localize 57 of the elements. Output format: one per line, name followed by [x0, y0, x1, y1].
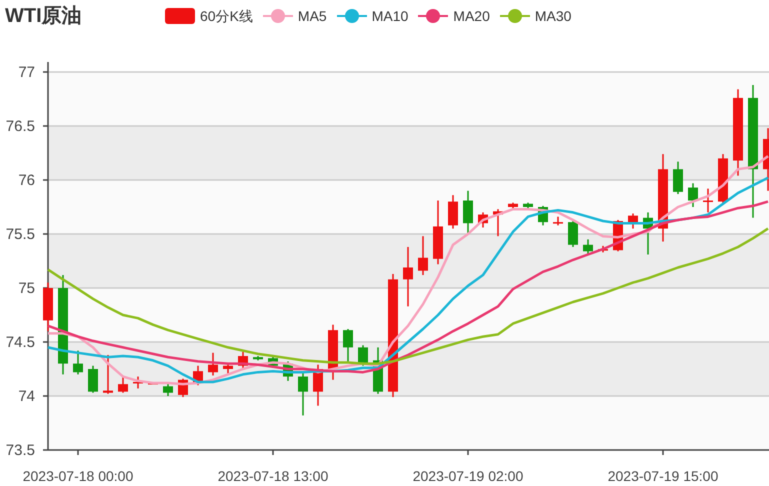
candlestick: [268, 356, 278, 368]
candlestick: [688, 183, 698, 207]
x-axis-label: 2023-07-19 02:00: [412, 468, 524, 484]
candlestick: [343, 329, 353, 362]
candlestick: [208, 352, 218, 376]
y-axis-label: 74.5: [6, 334, 35, 351]
y-axis-label: 74: [18, 388, 35, 405]
candlestick: [238, 352, 248, 368]
candlestick: [253, 356, 263, 360]
candlestick: [193, 366, 203, 386]
candlestick: [583, 239, 593, 255]
candlestick: [598, 246, 608, 252]
candlestick: [223, 364, 233, 374]
candlestick: [73, 350, 83, 374]
legend-item[interactable]: MA20: [418, 6, 490, 26]
candlestick: [403, 246, 413, 306]
x-axis-label: 2023-07-18 00:00: [22, 468, 134, 484]
candlestick: [328, 324, 338, 380]
candlestick: [133, 376, 143, 388]
y-axis-label: 76: [18, 172, 35, 189]
candlestick: [358, 345, 368, 366]
y-axis-label: 75: [18, 280, 35, 297]
candlestick: [628, 213, 638, 229]
candlestick: [118, 376, 128, 393]
legend-item[interactable]: MA5: [262, 6, 327, 26]
y-axis-label: 73.5: [6, 442, 35, 459]
candlestick: [508, 202, 518, 210]
candlestick: [703, 188, 713, 212]
candlestick: [478, 212, 488, 228]
candlestick: [103, 354, 113, 394]
legend-item[interactable]: MA30: [500, 6, 572, 26]
candlestick: [418, 236, 428, 276]
candlestick: [463, 190, 473, 234]
candlestick: [433, 200, 443, 264]
chart-title: WTI原油: [5, 4, 83, 29]
candlestick: [673, 162, 683, 194]
candlestick: [763, 128, 769, 191]
x-axis-label: 2023-07-18 13:00: [218, 468, 328, 484]
candlestick: [373, 347, 383, 394]
candlestick: [568, 221, 578, 247]
candlestick: [493, 209, 503, 236]
candlestick: [298, 373, 308, 416]
y-axis-label: 76.5: [6, 118, 35, 135]
candle-legend-icon: [165, 8, 195, 24]
candlestick: [313, 364, 323, 406]
candlestick: [448, 195, 458, 229]
y-axis-label: 75.5: [6, 226, 35, 243]
x-axis-label: 2023-07-19 15:00: [608, 468, 718, 484]
candlestick: [163, 383, 173, 396]
candlestick: [523, 202, 533, 210]
candlestick: [283, 361, 293, 381]
legend-item[interactable]: MA10: [336, 6, 408, 26]
legend-item[interactable]: 60分K线: [165, 6, 253, 26]
candlestick: [553, 216, 563, 226]
candlestick: [43, 282, 53, 332]
y-axis-label: 77: [18, 64, 35, 81]
candlestick: [88, 366, 98, 393]
